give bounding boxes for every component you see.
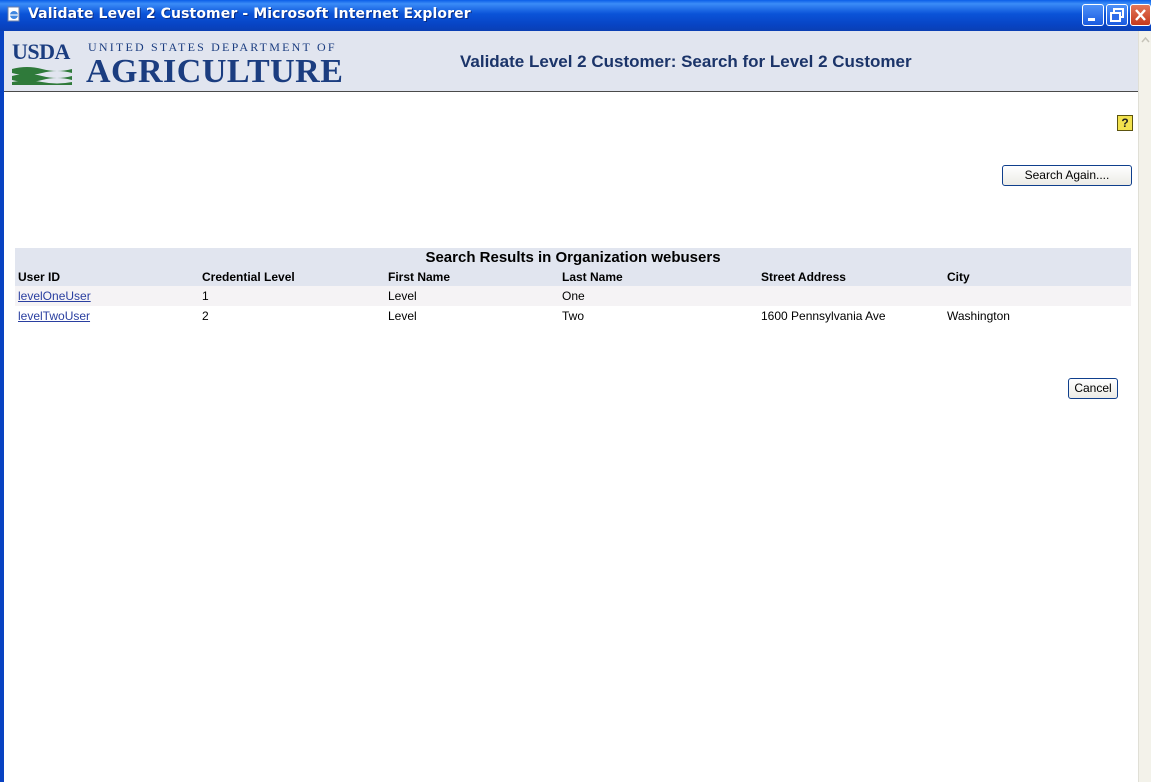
column-header-credential-level: Credential Level — [199, 268, 385, 286]
restore-button[interactable] — [1106, 4, 1128, 26]
scroll-up-arrow-icon[interactable] — [1140, 33, 1151, 47]
logo-usda-text: USDA — [12, 39, 70, 64]
results-title: Search Results in Organization webusers — [15, 248, 1131, 268]
column-header-first-name: First Name — [385, 268, 559, 286]
restore-icon — [1110, 8, 1124, 22]
close-button[interactable] — [1130, 4, 1151, 26]
user-id-link[interactable]: levelTwoUser — [18, 309, 90, 323]
search-results: Search Results in Organization webusers … — [15, 248, 1131, 326]
window-titlebar[interactable]: Validate Level 2 Customer - Microsoft In… — [0, 0, 1151, 31]
credential-level-cell: 1 — [199, 286, 385, 306]
first-name-cell: Level — [385, 286, 559, 306]
last-name-cell: Two — [559, 306, 758, 326]
minimize-button[interactable] — [1082, 4, 1104, 26]
help-question-icon[interactable]: ? — [1117, 115, 1133, 131]
table-header-row: User ID Credential Level First Name Last… — [15, 268, 1131, 286]
close-icon — [1135, 9, 1146, 21]
column-header-last-name: Last Name — [559, 268, 758, 286]
cancel-button[interactable]: Cancel — [1068, 378, 1118, 399]
city-cell: Washington — [944, 306, 1131, 326]
city-cell — [944, 286, 1131, 306]
usda-logo[interactable]: USDA UNITED STATES DEPARTMENT OF AGRICUL… — [12, 39, 343, 90]
window-title: Validate Level 2 Customer - Microsoft In… — [28, 6, 471, 22]
table-row: levelOneUser 1 Level One — [15, 286, 1131, 306]
logo-agriculture-text: AGRICULTURE — [86, 53, 344, 90]
column-header-street-address: Street Address — [758, 268, 944, 286]
usda-waves-icon — [12, 67, 72, 85]
last-name-cell: One — [559, 286, 758, 306]
minimize-icon — [1088, 18, 1095, 21]
results-table: User ID Credential Level First Name Last… — [15, 268, 1131, 326]
page-header: USDA UNITED STATES DEPARTMENT OF AGRICUL… — [4, 31, 1138, 92]
user-id-link[interactable]: levelOneUser — [18, 289, 91, 303]
search-again-button[interactable]: Search Again.... — [1002, 165, 1132, 186]
column-header-city: City — [944, 268, 1131, 286]
column-header-user-id: User ID — [15, 268, 199, 286]
table-row: levelTwoUser 2 Level Two 1600 Pennsylvan… — [15, 306, 1131, 326]
ie-page-icon — [7, 6, 20, 22]
page-content: USDA UNITED STATES DEPARTMENT OF AGRICUL… — [4, 31, 1138, 782]
street-address-cell — [758, 286, 944, 306]
vertical-scrollbar[interactable] — [1138, 31, 1151, 782]
first-name-cell: Level — [385, 306, 559, 326]
page-title: Validate Level 2 Customer: Search for Le… — [460, 52, 912, 71]
credential-level-cell: 2 — [199, 306, 385, 326]
street-address-cell: 1600 Pennsylvania Ave — [758, 306, 944, 326]
